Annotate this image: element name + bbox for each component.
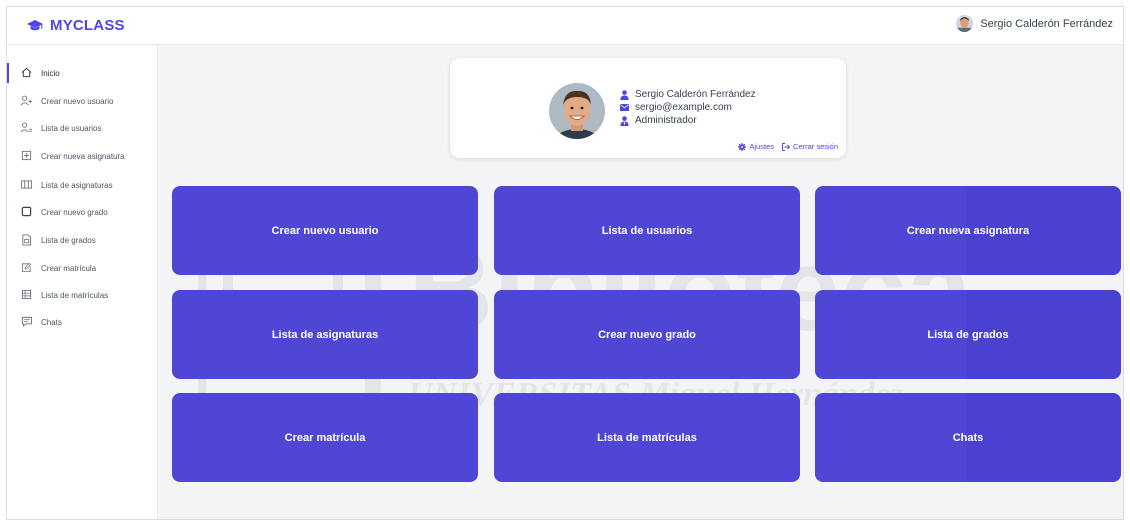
- profile-email-row: sergio@example.com: [619, 102, 732, 113]
- user-icon: [619, 89, 629, 100]
- tile-label: Crear nuevo grado: [598, 328, 696, 341]
- brand-logo[interactable]: MYCLASS: [27, 17, 125, 34]
- tile-label: Chats: [952, 431, 984, 444]
- sidebar-item-crear-asignatura[interactable]: Crear nueva asignatura: [7, 144, 158, 168]
- tile-label: Lista de usuarios: [601, 224, 693, 237]
- tile-label: Lista de matrículas: [597, 431, 697, 444]
- tile-lista-de-grados[interactable]: Lista de grados: [815, 290, 1121, 379]
- brand-name: MYCLASS: [50, 17, 125, 34]
- sidebar-item-label: Crear nueva asignatura: [41, 151, 125, 161]
- profile-photo: [549, 83, 605, 139]
- tile-label: Crear nuevo usuario: [271, 224, 379, 237]
- tile-crear-nueva-asignatura[interactable]: Crear nueva asignatura: [815, 186, 1121, 275]
- sidebar: Inicio Crear nuevo usuario Lista de usua…: [7, 45, 158, 519]
- sidebar-item-label: Lista de usuarios: [41, 123, 102, 133]
- document-icon: [20, 233, 33, 246]
- sidebar-item-lista-matriculas[interactable]: Lista de matrículas: [7, 283, 158, 307]
- add-box-icon: [20, 149, 33, 162]
- sidebar-item-label: Chats: [41, 317, 62, 327]
- list-icon: [20, 178, 33, 191]
- sidebar-item-label: Lista de grados: [41, 235, 96, 245]
- header-user-name: Sergio Calderón Ferrández: [980, 17, 1113, 30]
- users-icon: [20, 121, 33, 134]
- sidebar-item-label: Inicio: [41, 68, 60, 78]
- profile-name: Sergio Calderón Ferrández: [635, 89, 756, 100]
- logout-link[interactable]: Cerrar sesión: [782, 142, 838, 151]
- main-content: Biblioteca UNIVERSITAS Miguel Hernández …: [158, 45, 1123, 519]
- sidebar-item-chats[interactable]: Chats: [7, 310, 158, 334]
- chat-icon: [20, 315, 33, 328]
- profile-role-row: Administrador: [619, 115, 697, 126]
- tile-label: Crear nueva asignatura: [906, 224, 1030, 237]
- sidebar-item-label: Crear nuevo usuario: [41, 96, 114, 106]
- sidebar-item-lista-grados[interactable]: Lista de grados: [7, 228, 158, 252]
- gear-icon: [738, 142, 747, 151]
- tile-lista-de-matriculas[interactable]: Lista de matrículas: [494, 393, 800, 482]
- tile-lista-de-usuarios[interactable]: Lista de usuarios: [494, 186, 800, 275]
- sidebar-item-inicio[interactable]: Inicio: [7, 61, 158, 85]
- tile-label: Lista de grados: [927, 328, 1009, 341]
- logout-label: Cerrar sesión: [792, 142, 838, 151]
- logout-icon: [782, 142, 790, 151]
- sidebar-item-label: Crear nuevo grado: [41, 207, 108, 217]
- edit-icon: [20, 261, 33, 274]
- user-menu[interactable]: Sergio Calderón Ferrández: [956, 15, 1113, 32]
- settings-link[interactable]: Ajustes: [738, 142, 774, 151]
- tile-lista-de-asignaturas[interactable]: Lista de asignaturas: [172, 290, 478, 379]
- sidebar-item-crear-usuario[interactable]: Crear nuevo usuario: [7, 89, 158, 113]
- sidebar-item-lista-usuarios[interactable]: Lista de usuarios: [7, 116, 158, 140]
- profile-email: sergio@example.com: [635, 102, 732, 113]
- mail-icon: [619, 103, 629, 113]
- profile-actions: Ajustes Cerrar sesión: [738, 142, 838, 151]
- profile-name-row: Sergio Calderón Ferrández: [619, 89, 756, 100]
- user-tie-icon: [619, 115, 629, 126]
- sidebar-item-label: Lista de matrículas: [41, 290, 109, 300]
- tile-crear-nuevo-usuario[interactable]: Crear nuevo usuario: [172, 186, 478, 275]
- tile-label: Lista de asignaturas: [271, 328, 379, 341]
- sidebar-item-crear-matricula[interactable]: Crear matrícula: [7, 256, 158, 280]
- table-icon: [20, 288, 33, 301]
- profile-role: Administrador: [635, 115, 697, 126]
- sidebar-item-lista-asignaturas[interactable]: Lista de asignaturas: [7, 173, 158, 197]
- top-header: MYCLASS Sergio Calderón Ferrández: [7, 7, 1123, 45]
- sidebar-item-label: Lista de asignaturas: [41, 180, 113, 190]
- tile-crear-nuevo-grado[interactable]: Crear nuevo grado: [494, 290, 800, 379]
- sidebar-item-crear-grado[interactable]: Crear nuevo grado: [7, 200, 158, 224]
- graduation-cap-icon: [27, 19, 43, 30]
- folder-icon: [20, 205, 33, 218]
- sidebar-item-label: Crear matrícula: [41, 263, 97, 273]
- app-window: MYCLASS Sergio Calderón Ferrández Inicio…: [6, 6, 1124, 520]
- user-plus-icon: [20, 94, 33, 107]
- tile-crear-matricula[interactable]: Crear matrícula: [172, 393, 478, 482]
- tile-chats[interactable]: Chats: [815, 393, 1121, 482]
- user-avatar: [956, 15, 974, 32]
- home-icon: [20, 66, 33, 79]
- profile-card: Sergio Calderón Ferrández sergio@example…: [450, 58, 846, 158]
- settings-label: Ajustes: [749, 142, 774, 151]
- tile-label: Crear matrícula: [284, 431, 366, 444]
